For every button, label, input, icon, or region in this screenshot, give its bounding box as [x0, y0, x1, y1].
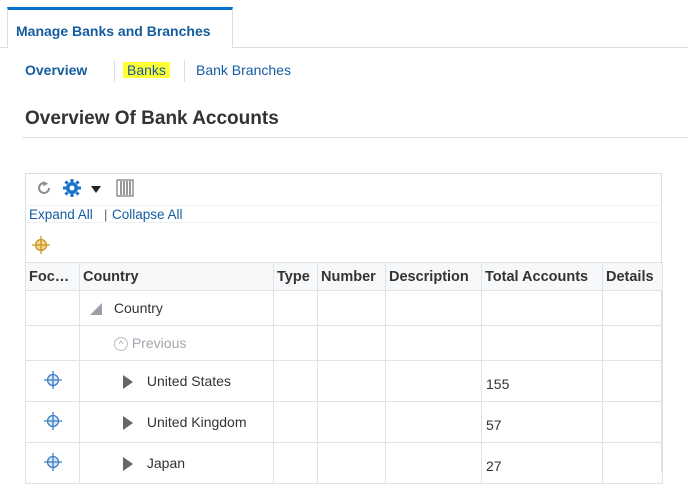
column-header-focus[interactable]: Foc…: [25, 262, 80, 291]
total-accounts-cell: 57: [481, 401, 603, 443]
focus-cell: [25, 401, 80, 443]
nav-bank-branches[interactable]: Bank Branches: [196, 62, 291, 78]
chevron-down-icon[interactable]: [90, 182, 102, 200]
expand-collapse-links: Expand All | Collapse All: [25, 205, 662, 223]
country-name: United Kingdom: [146, 413, 247, 430]
column-header-country[interactable]: Country: [79, 262, 274, 291]
tab-label: Manage Banks and Branches: [16, 23, 211, 39]
column-header-details[interactable]: Details: [602, 262, 663, 291]
collapse-triangle-icon[interactable]: [90, 300, 102, 316]
nav-banks[interactable]: Banks: [123, 62, 170, 78]
previous-link[interactable]: Previous: [132, 335, 186, 351]
grid-divider: [25, 222, 662, 223]
focus-cell: [25, 360, 80, 402]
country-cell: Country: [79, 290, 274, 326]
table-row[interactable]: Japan 27: [25, 442, 663, 484]
table-row[interactable]: United Kingdom 57: [25, 401, 663, 443]
expand-all-link[interactable]: Expand All: [29, 207, 93, 222]
expand-triangle-icon[interactable]: [123, 455, 133, 472]
country-cell: United States: [79, 360, 274, 402]
table-row[interactable]: Country: [25, 290, 663, 326]
table-toolbar: [34, 178, 154, 200]
expand-triangle-icon[interactable]: [123, 414, 133, 431]
nav-separator: [184, 60, 185, 82]
column-header-number[interactable]: Number: [317, 262, 386, 291]
focus-icon[interactable]: [43, 411, 62, 433]
refresh-icon[interactable]: [34, 178, 54, 203]
sub-navigation: Overview Banks Bank Branches: [0, 57, 688, 87]
nav-overview[interactable]: Overview: [25, 62, 87, 78]
country-cell: Japan: [79, 442, 274, 484]
focus-cell: [25, 442, 80, 484]
total-accounts-cell: 155: [481, 360, 603, 402]
root-label: Country: [113, 300, 163, 316]
country-name: Japan: [146, 454, 186, 471]
focus-icon[interactable]: [32, 236, 50, 259]
page-title: Overview Of Bank Accounts: [25, 108, 279, 129]
column-header-total-accounts[interactable]: Total Accounts: [481, 262, 603, 291]
chevron-up-icon[interactable]: ^: [114, 337, 128, 352]
focus-cell: [25, 325, 80, 361]
total-accounts-cell: 27: [481, 442, 603, 484]
focus-cell: [25, 290, 80, 326]
columns-icon[interactable]: [116, 178, 134, 203]
country-name: United States: [146, 372, 231, 389]
tab-bar: Manage Banks and Branches: [0, 0, 688, 48]
table-header-row: Foc… Country Type Number Description Tot…: [25, 262, 663, 291]
country-cell: United Kingdom: [79, 401, 274, 443]
column-header-type[interactable]: Type: [273, 262, 318, 291]
link-separator: |: [104, 207, 108, 222]
focus-icon[interactable]: [43, 370, 62, 392]
expand-triangle-icon[interactable]: [123, 373, 133, 390]
nav-separator: [114, 60, 115, 82]
title-divider: [22, 137, 688, 138]
table-row[interactable]: United States 155: [25, 360, 663, 402]
bank-accounts-tree-table: Foc… Country Type Number Description Tot…: [25, 262, 663, 484]
table-row[interactable]: ^ Previous: [25, 325, 663, 361]
column-header-description[interactable]: Description: [385, 262, 482, 291]
country-cell: ^ Previous: [79, 325, 274, 361]
tab-manage-banks[interactable]: Manage Banks and Branches: [7, 7, 233, 48]
collapse-all-link[interactable]: Collapse All: [112, 207, 183, 222]
gear-icon[interactable]: [62, 178, 84, 203]
